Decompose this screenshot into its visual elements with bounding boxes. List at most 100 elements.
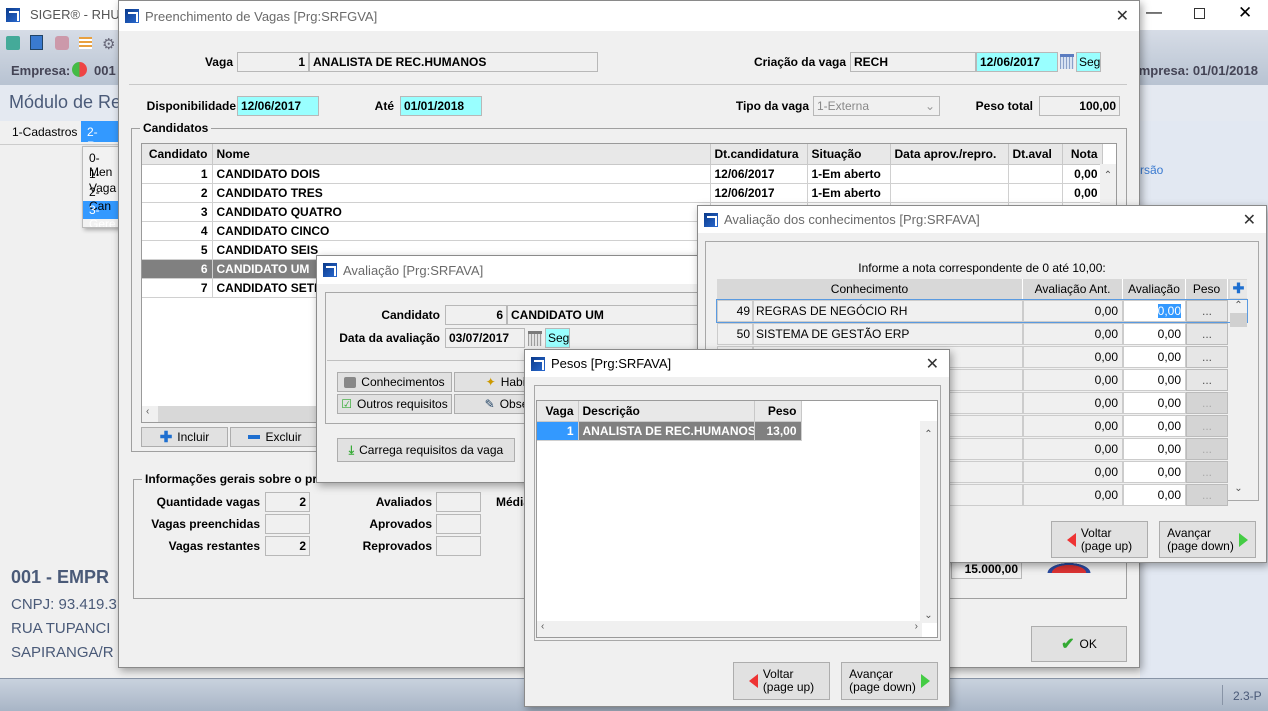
- window-logo-icon: [531, 356, 545, 371]
- outros-requisitos-button[interactable]: ☑ Outros requisitos: [337, 394, 452, 414]
- table-row[interactable]: 1 CANDIDATO DOIS 12/06/2017 1-Em aberto 0,00: [142, 164, 1103, 184]
- refresh-icon[interactable]: [72, 62, 87, 77]
- avaliacao-input[interactable]: 0,00: [1123, 369, 1186, 391]
- calculator-icon[interactable]: [30, 35, 43, 50]
- avaliacao-value: 0,00: [1157, 350, 1181, 364]
- avaliacao-input[interactable]: 0,00: [1123, 461, 1186, 483]
- menu-cadastros[interactable]: 1-Cadastros: [12, 125, 77, 139]
- gear-icon[interactable]: ⚙: [102, 35, 115, 53]
- app-close-button[interactable]: ✕: [1238, 3, 1252, 23]
- conhecimentos-button[interactable]: Conhecimentos: [337, 372, 452, 392]
- scroll-up-icon[interactable]: ⌃: [1100, 170, 1116, 181]
- column-header[interactable]: Dt.candidatura: [710, 144, 808, 165]
- empresa-label: Empresa:: [11, 63, 71, 78]
- list-icon[interactable]: [79, 37, 92, 49]
- avaliacao-ant: 0,00: [1023, 438, 1123, 460]
- pesos-vertical-scrollbar[interactable]: ⌃ ⌄: [920, 421, 937, 623]
- avancar-button[interactable]: Avançar (page down): [1159, 521, 1256, 558]
- peso-button[interactable]: ...: [1186, 392, 1228, 414]
- table-row[interactable]: 2 CANDIDATO TRES 12/06/2017 1-Em aberto 0,00: [142, 183, 1103, 203]
- tipo-vaga-select[interactable]: 1-Externa ⌄: [813, 96, 940, 116]
- avaliacao-input[interactable]: 0,00: [1123, 484, 1186, 506]
- empresa-date: Empresa: 01/01/2018: [1130, 63, 1258, 78]
- column-header[interactable]: Peso: [754, 401, 802, 422]
- vaga-code-field[interactable]: 1: [237, 52, 309, 72]
- peso-button[interactable]: ...: [1186, 438, 1228, 460]
- network-icon[interactable]: [55, 36, 69, 50]
- outros-label: Outros requisitos: [357, 397, 448, 411]
- criacao-day-field: Seg: [1076, 52, 1101, 72]
- avaliacao-input[interactable]: 0,00: [1123, 438, 1186, 460]
- quantidade-vagas-field: 2: [265, 492, 310, 512]
- peso-button[interactable]: ...: [1186, 461, 1228, 483]
- peso-button[interactable]: ...: [1186, 415, 1228, 437]
- column-header[interactable]: Nome: [212, 144, 711, 165]
- add-conhecimento-button[interactable]: ✚: [1230, 280, 1247, 298]
- avaliacao-input[interactable]: 0,00: [1123, 300, 1186, 322]
- peso-button[interactable]: ...: [1186, 369, 1228, 391]
- scroll-up-icon[interactable]: ⌃: [920, 429, 937, 440]
- version-link[interactable]: rsão: [1140, 163, 1163, 177]
- data-avaliacao-field[interactable]: 03/07/2017: [445, 328, 525, 348]
- checklist-icon: ☑: [341, 397, 353, 411]
- column-header[interactable]: Candidato: [142, 144, 213, 165]
- cell-id: 4: [142, 221, 213, 241]
- peso-button[interactable]: ...: [1186, 323, 1228, 345]
- avaliacao-input[interactable]: 0,00: [1123, 323, 1186, 345]
- minimize-button[interactable]: —: [1146, 4, 1162, 22]
- column-header[interactable]: Vaga: [537, 401, 579, 422]
- chevron-down-icon: ⌄: [924, 99, 935, 113]
- peso-button[interactable]: ...: [1186, 484, 1228, 506]
- avaliacao-input[interactable]: 0,00: [1123, 346, 1186, 368]
- peso-button[interactable]: ...: [1186, 346, 1228, 368]
- pesos-horizontal-scrollbar[interactable]: ‹ ›: [537, 621, 922, 637]
- avaliacao-input[interactable]: 0,00: [1123, 392, 1186, 414]
- excluir-button[interactable]: Excluir: [230, 427, 320, 447]
- main-titlebar: Preenchimento de Vagas [Prg:SRFGVA] ✕: [119, 1, 1139, 31]
- pesos-window: Pesos [Prg:SRFAVA] ✕ Vaga Descrição Peso 1 A…: [524, 349, 950, 707]
- column-header[interactable]: Situação: [807, 144, 891, 165]
- ok-button[interactable]: ✔ OK: [1031, 626, 1127, 662]
- pesos-close-button[interactable]: ✕: [926, 354, 939, 374]
- vagas-restantes-field: 2: [265, 536, 310, 556]
- menu-item-menu[interactable]: 0-Men: [83, 147, 121, 179]
- main-title: Preenchimento de Vagas [Prg:SRFGVA]: [145, 8, 378, 24]
- calendar-icon[interactable]: [528, 331, 542, 346]
- list-item[interactable]: 49 REGRAS DE NEGÓCIO RH 0,00 0,00...: [716, 299, 1248, 323]
- voltar-button[interactable]: Voltar (page up): [1051, 521, 1148, 558]
- scroll-left-icon[interactable]: ‹: [541, 621, 544, 632]
- column-header[interactable]: Data aprov./repro.: [890, 144, 1009, 165]
- pesos-voltar-button[interactable]: Voltar (page up): [733, 662, 830, 700]
- module-title: Módulo de Rec: [9, 92, 131, 112]
- carrega-requisitos-button[interactable]: ⤓ Carrega requisitos da vaga: [337, 438, 515, 462]
- maximize-button[interactable]: [1194, 8, 1205, 19]
- incluir-button[interactable]: ✚ Incluir: [141, 427, 228, 447]
- peso-button[interactable]: ...: [1186, 300, 1228, 322]
- conhecimentos-scrollbar[interactable]: ⌃ ⌄: [1230, 300, 1247, 496]
- scroll-right-icon[interactable]: ›: [915, 621, 918, 632]
- scroll-thumb[interactable]: [1230, 313, 1247, 327]
- pesos-avancar-button[interactable]: Avançar (page down): [841, 662, 938, 700]
- scroll-left-icon[interactable]: ‹: [142, 406, 158, 422]
- scroll-down-icon[interactable]: ⌄: [1230, 483, 1247, 494]
- column-header[interactable]: Nota: [1062, 144, 1103, 165]
- avaliacao-input[interactable]: 0,00: [1123, 415, 1186, 437]
- main-close-button[interactable]: ✕: [1116, 6, 1129, 26]
- list-item[interactable]: 50 SISTEMA DE GESTÃO ERP 0,00 0,00...: [717, 323, 1247, 345]
- column-header[interactable]: Descrição: [578, 401, 755, 422]
- disponibilidade-field[interactable]: 12/06/2017: [237, 96, 319, 116]
- criacao-label: Criação da vaga: [753, 55, 846, 69]
- exit-icon[interactable]: [6, 36, 20, 50]
- table-row[interactable]: 1 ANALISTA DE REC.HUMANOS 13,00: [537, 421, 802, 441]
- ate-field[interactable]: 01/01/2018: [400, 96, 482, 116]
- avaliacao-value: 0,00: [1157, 327, 1181, 341]
- column-header[interactable]: Dt.aval: [1008, 144, 1063, 165]
- conhecimentos-close-button[interactable]: ✕: [1243, 210, 1256, 230]
- calendar-icon[interactable]: [1060, 54, 1074, 69]
- menu-recrutamento[interactable]: 2-Recr: [81, 121, 121, 142]
- window-logo-icon: [323, 263, 337, 277]
- cell-aprov: [890, 183, 1009, 203]
- scroll-up-icon[interactable]: ⌃: [1230, 300, 1247, 311]
- scroll-down-icon[interactable]: ⌄: [920, 610, 937, 621]
- criacao-date-field[interactable]: 12/06/2017: [976, 52, 1058, 72]
